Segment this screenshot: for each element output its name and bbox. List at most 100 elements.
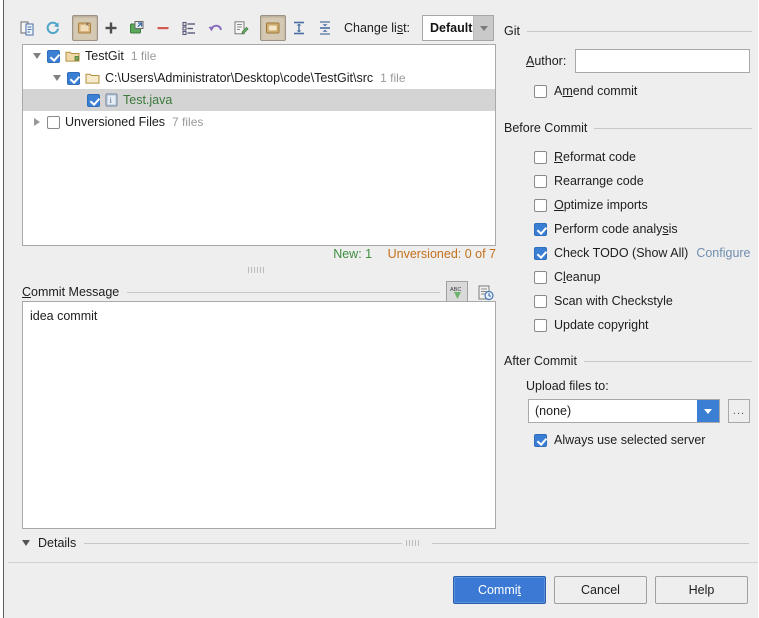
tree-row-src-path[interactable]: C:\Users\Administrator\Desktop\code\Test… xyxy=(23,67,495,89)
amend-commit-label: Amend commit xyxy=(554,84,638,98)
upload-server-dropdown-button[interactable] xyxy=(697,400,719,422)
reformat-code-checkbox-box xyxy=(534,150,547,164)
rearrange-code-label: Rearrange code xyxy=(554,174,644,188)
after-commit-group-header: After Commit xyxy=(504,354,752,368)
chevron-down-icon xyxy=(22,540,30,546)
commit-button[interactable]: Commi t xyxy=(453,576,546,604)
browse-servers-button[interactable]: ... xyxy=(728,399,750,423)
help-button[interactable]: Help xyxy=(655,576,748,604)
details-label: Details xyxy=(38,536,77,550)
after-commit-title: After Commit xyxy=(504,354,577,368)
upload-files-label: Upload files to: xyxy=(526,379,609,393)
cancel-button[interactable]: Cancel xyxy=(554,576,647,604)
commit-message-header: Commit Message ABC xyxy=(22,281,496,303)
add-icon[interactable] xyxy=(98,15,124,41)
update-copyright-checkbox[interactable]: Update copyright xyxy=(534,316,649,334)
tree-row-meta: 1 file xyxy=(130,49,157,63)
changelist-value: Default xyxy=(430,21,473,35)
check-todo-configure-link[interactable]: Configure xyxy=(696,246,750,260)
changelist-dropdown-button[interactable] xyxy=(473,16,493,40)
reformat-code-label: Reformat code xyxy=(554,150,636,164)
changelist-combobox[interactable]: Default xyxy=(422,15,494,41)
tree-checkbox-testgit[interactable] xyxy=(47,49,60,63)
folder-icon xyxy=(85,71,100,85)
cleanup-checkbox[interactable]: Cleanup xyxy=(534,268,601,286)
check-todo-checkbox-box xyxy=(534,246,547,260)
before-commit-title: Before Commit xyxy=(504,121,588,135)
java-file-icon: i xyxy=(105,93,118,107)
scan-with-checkstyle-checkbox-box xyxy=(534,294,547,308)
always-use-server-checkbox-box xyxy=(534,433,547,447)
details-section-toggle[interactable]: Details xyxy=(22,534,749,552)
commit-message-label: Commit Message xyxy=(22,285,120,299)
show-diff-icon[interactable] xyxy=(14,15,40,41)
chevron-down-icon[interactable] xyxy=(49,67,65,89)
expand-all-icon[interactable] xyxy=(286,15,312,41)
tree-row-unversioned[interactable]: Unversioned Files 7 files xyxy=(23,111,495,133)
remove-icon[interactable] xyxy=(150,15,176,41)
amend-commit-checkbox[interactable]: Amend commit xyxy=(534,82,637,100)
commit-message-input[interactable]: idea commit xyxy=(22,301,496,529)
spellcheck-icon[interactable]: ABC xyxy=(446,281,468,303)
optimize-imports-checkbox-box xyxy=(534,198,547,212)
scan-with-checkstyle-label: Scan with Checkstyle xyxy=(554,294,673,308)
tree-checkbox-test-java[interactable] xyxy=(87,93,100,107)
commit-changes-dialog: x Change list: Default TestGit 1 file C:\U… xyxy=(0,0,759,618)
upload-server-combobox[interactable]: (none) xyxy=(528,399,720,423)
cleanup-checkbox-box xyxy=(534,270,547,284)
upload-server-value: (none) xyxy=(535,404,572,418)
footer-separator xyxy=(8,562,759,563)
chevron-down-icon xyxy=(479,25,488,31)
commit-history-icon[interactable] xyxy=(474,281,496,303)
scan-with-checkstyle-checkbox[interactable]: Scan with Checkstyle xyxy=(534,292,673,310)
rearrange-code-checkbox-box xyxy=(534,174,547,188)
tree-row-label: Unversioned Files xyxy=(65,115,166,129)
vertical-splitter[interactable] xyxy=(236,265,276,275)
tree-checkbox-src-path[interactable] xyxy=(67,71,80,85)
author-field[interactable] xyxy=(575,49,750,73)
group-by-icon[interactable] xyxy=(176,15,202,41)
dialog-body: x Change list: Default TestGit 1 file C:\U… xyxy=(4,0,759,618)
amend-commit-checkbox-box xyxy=(534,84,547,98)
check-todo-label: Check TODO (Show All) xyxy=(554,246,689,260)
reformat-code-checkbox[interactable]: Reformat code xyxy=(534,148,636,166)
perform-code-analysis-checkbox[interactable]: Perform code analysis xyxy=(534,220,678,238)
tree-row-label: Test.java xyxy=(123,93,173,107)
tree-checkbox-unversioned[interactable] xyxy=(47,115,60,129)
changes-status-line: New: 1 Unversioned: 0 of 7 xyxy=(22,247,496,265)
show-directories-icon[interactable] xyxy=(260,15,286,41)
tree-twisty-spacer xyxy=(69,89,85,111)
optimize-imports-label: Optimize imports xyxy=(554,198,648,212)
new-changelist-icon[interactable]: x xyxy=(72,15,98,41)
move-to-changelist-icon[interactable] xyxy=(124,15,150,41)
changes-tree[interactable]: TestGit 1 file C:\Users\Administrator\Desk… xyxy=(22,44,496,246)
cleanup-label: Cleanup xyxy=(554,270,601,284)
chevron-right-icon[interactable] xyxy=(29,111,45,133)
chevron-down-icon[interactable] xyxy=(29,45,45,67)
rearrange-code-checkbox[interactable]: Rearrange code xyxy=(534,172,644,190)
commit-options-panel: Git Author: Amend commit Before Commit R… xyxy=(501,0,759,560)
optimize-imports-checkbox[interactable]: Optimize imports xyxy=(534,196,648,214)
commit-message-rule xyxy=(127,291,440,293)
git-group-header: Git xyxy=(504,24,752,38)
before-commit-group-header: Before Commit xyxy=(504,121,752,135)
tree-row-testgit[interactable]: TestGit 1 file xyxy=(23,45,495,67)
tree-row-test-java[interactable]: i Test.java xyxy=(23,89,495,111)
tree-row-label: C:\Users\Administrator\Desktop\code\Test… xyxy=(105,71,374,85)
update-copyright-label: Update copyright xyxy=(554,318,649,332)
status-new: New: 1 xyxy=(333,247,373,261)
git-group-title: Git xyxy=(504,24,520,38)
author-label: Author: xyxy=(526,54,567,68)
edit-source-icon[interactable] xyxy=(228,15,254,41)
chevron-down-icon xyxy=(704,408,712,414)
collapse-all-icon[interactable] xyxy=(312,15,338,41)
details-resize-grip[interactable] xyxy=(402,539,424,548)
revert-icon[interactable] xyxy=(202,15,228,41)
svg-text:x: x xyxy=(86,22,89,28)
tree-row-label: TestGit xyxy=(85,49,124,63)
refresh-icon[interactable] xyxy=(40,15,66,41)
always-use-server-checkbox[interactable]: Always use selected server xyxy=(534,431,705,449)
update-copyright-checkbox-box xyxy=(534,318,547,332)
commit-message-actions: ABC xyxy=(446,281,496,303)
check-todo-checkbox[interactable]: Check TODO (Show All) Configure xyxy=(534,244,751,262)
